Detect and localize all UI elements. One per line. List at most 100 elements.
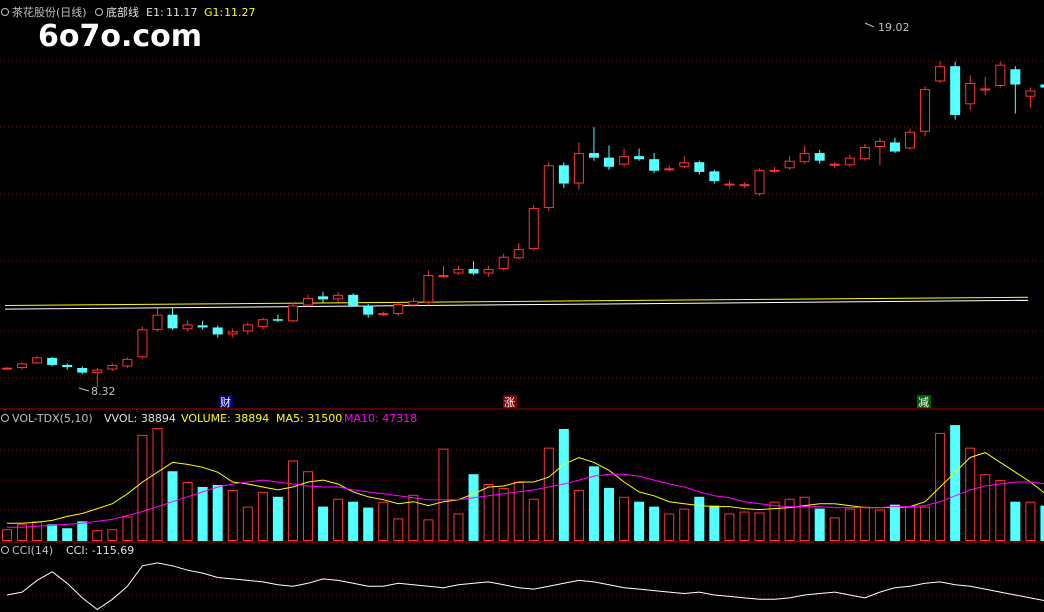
marker-zhang[interactable]: 涨 (504, 396, 515, 409)
ma5-line (7, 452, 1044, 524)
candle-body-down (604, 157, 614, 167)
volume-bar-up (859, 506, 870, 542)
candle-body-up (393, 303, 404, 315)
candle-body-down (1010, 69, 1021, 85)
candle-body-down (77, 367, 88, 373)
volume-bar-up (995, 480, 1006, 541)
volume-bar-up (619, 496, 630, 542)
volume-bar-up (257, 491, 268, 542)
volume-bar-down (604, 487, 614, 541)
volume-bar-up (754, 512, 765, 541)
volume-bar-up (378, 501, 389, 541)
candle-body-up (874, 140, 885, 147)
candle-body-down (62, 364, 73, 368)
candle-body-up (2, 367, 12, 370)
low-price-label: 8.32 (91, 385, 116, 398)
candle-body-up (769, 169, 780, 172)
svg-text:CCI(14) CCI: -115.69: CCI(14) CCI: -115.69 (12, 544, 134, 557)
volume-bar-up (453, 513, 464, 541)
candle-body-up (257, 319, 268, 327)
candle-body-up (844, 157, 855, 166)
cci-value: CCI: -115.69 (66, 544, 134, 557)
volume-bar-down (889, 504, 900, 541)
volume-bar-up (333, 498, 344, 542)
candle-body-up (754, 169, 765, 195)
g1-label: G1: (204, 6, 223, 19)
volume-bar-up (2, 529, 12, 541)
candle-body-up (378, 313, 389, 316)
volume-bar-down (468, 474, 479, 541)
volume-bar-up (137, 434, 148, 542)
vol-settings-icon[interactable] (1, 414, 9, 422)
volume-bar-down (709, 505, 720, 541)
candle-body-up (122, 358, 133, 367)
candle-body-up (483, 268, 494, 274)
candle-body-up (107, 364, 118, 370)
marker-cai[interactable]: 财 (220, 395, 231, 409)
g1-value: 11.27 (224, 6, 256, 19)
volume-bar-down (62, 528, 73, 541)
volume-bar-down (634, 501, 645, 541)
volume-bars (2, 425, 1044, 542)
volume-bar-down (348, 501, 359, 541)
volume-bar-up (107, 529, 118, 541)
candle-body-up (498, 256, 509, 269)
candle-body-down (348, 294, 359, 306)
candle-body-down (318, 296, 329, 300)
candle-body-down (889, 142, 900, 152)
candle-body-down (814, 153, 825, 161)
candle-body-down (588, 153, 599, 158)
candle-body-down (694, 162, 705, 172)
candle-body-up (513, 249, 524, 259)
candle-body-down (709, 171, 720, 182)
candle-body-up (664, 168, 675, 171)
volume-bar-down (167, 471, 178, 541)
volume-bar-up (393, 518, 404, 542)
candle-body-up (920, 89, 931, 132)
volume-bar-down (272, 496, 283, 541)
svg-text:茶花股份(日线): 茶花股份(日线) (12, 5, 87, 19)
volume-bar-up (739, 511, 750, 541)
cci-settings-icon[interactable] (1, 546, 9, 554)
candle-body-up (1025, 90, 1036, 97)
volume-bar-down (212, 484, 223, 541)
candle-body-up (303, 297, 313, 306)
average-lines (4, 296, 1029, 310)
volume-bar-up (543, 447, 554, 541)
candle-body-up (137, 329, 148, 358)
candle-body-up (333, 294, 344, 300)
volume-bar-down (814, 508, 825, 541)
candle-body-up (724, 183, 735, 186)
volume-bar-up (152, 428, 163, 541)
volume-bar-down (1040, 505, 1044, 541)
volume-bar-up (874, 509, 885, 541)
candle-body-up (995, 64, 1006, 87)
candle-body-down (634, 156, 645, 160)
volume-bar-down (694, 496, 705, 541)
volume-bar-up (483, 484, 494, 541)
candle-body-up (182, 324, 193, 330)
candle-body-up (980, 88, 991, 91)
candle-body-down (272, 319, 283, 321)
settings-icon[interactable] (1, 8, 9, 16)
candle-body-up (784, 160, 795, 169)
candle-body-up (679, 162, 690, 167)
marker-jian[interactable]: 减 (918, 396, 929, 409)
volume-bar-down (1010, 501, 1021, 541)
candle-body-down (47, 357, 58, 365)
volume-bar-up (573, 489, 584, 542)
candle-body-up (829, 163, 840, 166)
volume-bar-up (829, 517, 840, 542)
candle-body-up (92, 369, 103, 374)
stock-title: 茶花股份(日线) (12, 5, 87, 19)
candle-body-up (799, 153, 810, 163)
cci-series-line (6, 562, 1044, 611)
volume-bar-down (47, 524, 58, 541)
candle-body-up (453, 268, 464, 274)
vol-indicator-name: VOL-TDX(5,10) (12, 412, 93, 425)
e1-label: E1: (146, 6, 164, 19)
vol-vvol: VVOL: 38894 (104, 412, 176, 425)
volume-bar-up (679, 508, 690, 541)
indicator-settings-icon[interactable] (95, 8, 103, 16)
volume-bar-up (724, 513, 735, 541)
